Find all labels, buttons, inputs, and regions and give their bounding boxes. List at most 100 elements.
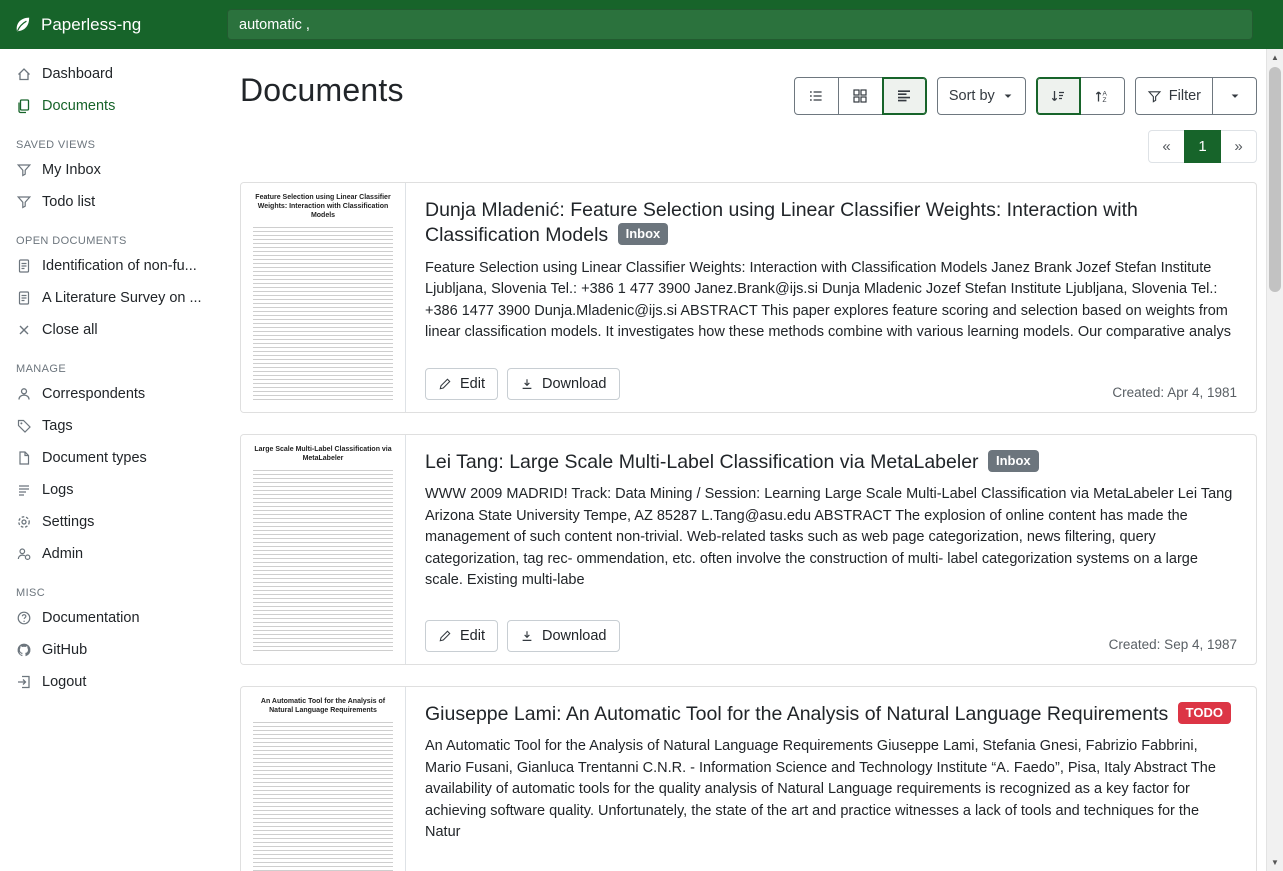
person-icon [16,386,32,402]
document-title-link[interactable]: Dunja Mladenić: Feature Selection using … [425,198,1237,249]
edit-button[interactable]: Edit [425,368,498,400]
sidebar-item-github[interactable]: GitHub [0,634,213,666]
document-thumbnail[interactable]: Large Scale Multi-Label Classification v… [241,435,406,664]
sort-descending-button[interactable] [1036,77,1081,115]
sort-by-dropdown[interactable]: Sort by [937,77,1026,115]
download-icon [520,629,534,643]
sidebar-item-documentation[interactable]: Documentation [0,602,213,634]
document-title-link[interactable]: Giuseppe Lami: An Automatic Tool for the… [425,702,1237,727]
sidebar-section-misc: MISC [16,587,197,599]
tag-badge[interactable]: Inbox [618,223,669,245]
sidebar-item-label: Correspondents [42,386,145,402]
thumbnail-text-lines [253,227,393,402]
file-text-icon [16,290,32,306]
sidebar-item-label: Settings [42,514,94,530]
sidebar-item-open-doc-1[interactable]: Identification of non-fu... [0,250,213,282]
documents-toolbar: Sort by [794,77,1257,115]
sidebar-item-label: Logout [42,674,86,690]
github-icon [16,642,32,658]
house-icon [16,66,32,82]
document-card: An Automatic Tool for the Analysis of Na… [240,686,1257,871]
download-icon [520,377,534,391]
sidebar-item-label: My Inbox [42,162,101,178]
filter-button[interactable]: Filter [1135,77,1213,115]
created-date: Created: Sep 4, 1987 [1109,637,1237,652]
document-thumbnail[interactable]: An Automatic Tool for the Analysis of Na… [241,687,406,871]
brand-name: Paperless-ng [41,15,141,35]
document-card: Feature Selection using Linear Classifie… [240,182,1257,413]
main-content: Documents [213,49,1283,871]
filter-dropdown-toggle[interactable] [1212,77,1257,115]
grid-view-button[interactable] [838,77,883,115]
sort-direction-group: A Z [1036,77,1125,115]
sidebar-item-label: Close all [42,322,98,338]
detail-view-button[interactable] [882,77,927,115]
sidebar-item-close-all[interactable]: Close all [0,314,213,346]
sidebar-item-my-inbox[interactable]: My Inbox [0,154,213,186]
sidebar-item-open-doc-2[interactable]: A Literature Survey on ... [0,282,213,314]
document-excerpt: Feature Selection using Linear Classifie… [425,258,1237,344]
sidebar-item-label: Todo list [42,194,95,210]
pagination-next-button[interactable]: » [1220,130,1257,163]
thumbnail-title: Feature Selection using Linear Classifie… [253,193,393,220]
funnel-icon [1147,89,1162,104]
sort-down-icon [1050,88,1066,104]
sort-alphabetical-button[interactable]: A Z [1080,77,1125,115]
download-button[interactable]: Download [507,368,620,400]
pencil-icon [438,377,452,391]
sidebar-item-todo-list[interactable]: Todo list [0,186,213,218]
sidebar-item-correspondents[interactable]: Correspondents [0,378,213,410]
person-gear-icon [16,546,32,562]
sidebar-item-tags[interactable]: Tags [0,410,213,442]
file-text-icon [16,258,32,274]
document-thumbnail[interactable]: Feature Selection using Linear Classifie… [241,183,406,412]
page-scrollbar: ▲ ▼ [1266,49,1283,871]
sidebar-section-open-documents: OPEN DOCUMENTS [16,235,197,247]
funnel-icon [16,194,32,210]
question-circle-icon [16,610,32,626]
sidebar-item-label: Tags [42,418,73,434]
download-button[interactable]: Download [507,620,620,652]
sidebar-item-logout[interactable]: Logout [0,666,213,698]
sidebar-item-settings[interactable]: Settings [0,506,213,538]
thumbnail-text-lines [253,722,393,871]
chevron-down-icon [1002,90,1014,102]
tag-badge[interactable]: TODO [1178,702,1231,724]
view-toggle-group [794,77,927,115]
search-input[interactable] [227,9,1253,40]
thumbnail-text-lines [253,470,393,654]
sidebar-item-logs[interactable]: Logs [0,474,213,506]
scrollbar-thumb[interactable] [1269,67,1281,292]
document-excerpt: An Automatic Tool for the Analysis of Na… [425,736,1237,843]
document-card: Large Scale Multi-Label Classification v… [240,434,1257,665]
sidebar-item-label: Documents [42,98,115,114]
created-date: Created: Apr 4, 1981 [1112,385,1237,400]
close-icon [16,322,32,338]
sidebar-item-label: Document types [42,450,147,466]
sidebar-item-documents[interactable]: Documents [0,90,213,122]
pencil-icon [438,629,452,643]
logs-list-icon [16,482,32,498]
svg-text:Z: Z [1103,97,1107,104]
tag-badge[interactable]: Inbox [988,450,1039,472]
chevron-down-icon [1229,90,1241,102]
top-navbar: Paperless-ng [0,0,1283,49]
pagination-previous-button[interactable]: « [1148,130,1185,163]
brand-link[interactable]: Paperless-ng [0,15,213,35]
sidebar-item-label: Admin [42,546,83,562]
edit-button[interactable]: Edit [425,620,498,652]
sidebar-item-label: GitHub [42,642,87,658]
thumbnail-title: An Automatic Tool for the Analysis of Na… [253,697,393,715]
page-title: Documents [240,72,404,109]
list-view-button[interactable] [794,77,839,115]
detail-view-icon [896,88,912,104]
scroll-up-arrow-icon[interactable]: ▲ [1267,50,1283,65]
sidebar-item-admin[interactable]: Admin [0,538,213,570]
scroll-down-arrow-icon[interactable]: ▼ [1267,855,1283,870]
tag-icon [16,418,32,434]
sidebar-item-dashboard[interactable]: Dashboard [0,58,213,90]
file-type-icon [16,450,32,466]
pagination-page-1-button[interactable]: 1 [1184,130,1221,163]
sidebar-item-document-types[interactable]: Document types [0,442,213,474]
document-title-link[interactable]: Lei Tang: Large Scale Multi-Label Classi… [425,450,1237,475]
